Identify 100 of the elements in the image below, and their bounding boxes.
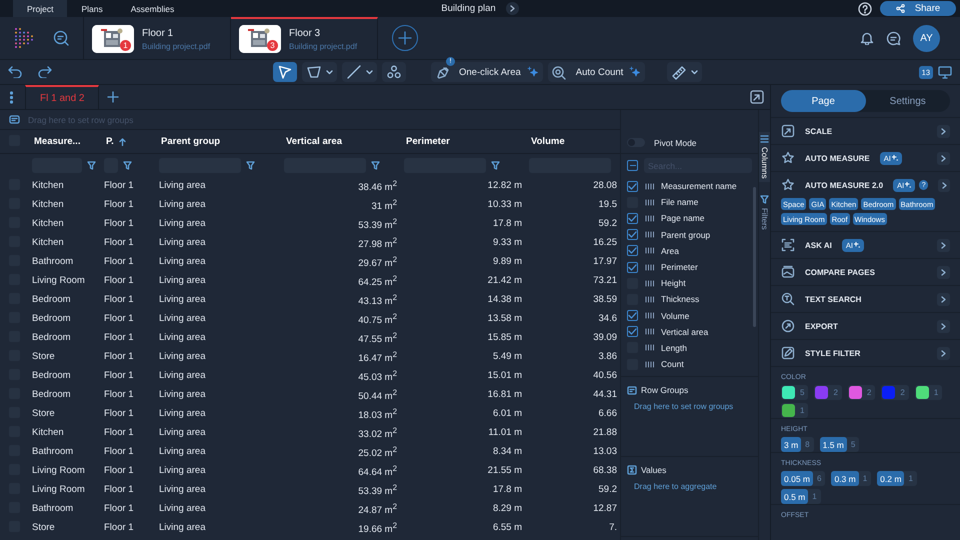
- drag-handle-icon[interactable]: [645, 312, 654, 320]
- plus-icon: [398, 31, 412, 45]
- color-filter[interactable]: 5: [781, 385, 808, 400]
- checkbox[interactable]: [627, 229, 638, 240]
- sheet-tab[interactable]: Fl 1 and 2: [25, 85, 100, 109]
- column-header[interactable]: Measure...: [28, 136, 100, 147]
- search-chat-icon[interactable]: [53, 30, 69, 46]
- filter-chip[interactable]: 1.5 m 5: [820, 437, 860, 452]
- expand-button[interactable]: [937, 266, 950, 278]
- more-vertical-icon[interactable]: [10, 90, 13, 104]
- filter-chip[interactable]: 0.3 m 1: [831, 471, 872, 486]
- export-icon[interactable]: [750, 90, 764, 104]
- checkbox[interactable]: [627, 245, 638, 256]
- top-tab[interactable]: Assemblies: [116, 0, 188, 17]
- checkbox[interactable]: [627, 212, 638, 224]
- undo-icon[interactable]: [8, 66, 22, 78]
- bell-icon[interactable]: [860, 31, 874, 45]
- add-document-button[interactable]: [392, 25, 418, 51]
- line-icon: [346, 64, 362, 80]
- filter-icon[interactable]: [371, 160, 380, 170]
- expand-button[interactable]: [937, 292, 950, 306]
- drag-handle-icon[interactable]: [645, 264, 654, 271]
- top-tab[interactable]: Project: [13, 0, 68, 17]
- scrollbar[interactable]: [753, 187, 756, 327]
- filter-icon[interactable]: [246, 160, 255, 170]
- column-name: File name: [661, 197, 698, 208]
- expand-button[interactable]: [937, 152, 950, 164]
- top-tab[interactable]: Plans: [67, 0, 117, 17]
- document-tab[interactable]: 3 Floor 3 Building project.pdf: [231, 17, 378, 59]
- chevron-right-icon: [942, 182, 947, 188]
- color-filter[interactable]: 1: [781, 403, 808, 418]
- share-button[interactable]: Share: [880, 1, 956, 16]
- table-cell: 6.55 m: [492, 522, 522, 533]
- side-tab[interactable]: Filters: [759, 192, 770, 232]
- column-header[interactable]: P.: [100, 136, 155, 147]
- filter-chip[interactable]: 0.5 m 1: [781, 489, 821, 504]
- table-cell: 29.67 m$^{2}$: [358, 258, 397, 269]
- table-cell: 64.64 m$^{2}$: [358, 466, 397, 478]
- drag-handle-icon[interactable]: [645, 198, 654, 206]
- user-avatar[interactable]: AY: [913, 24, 940, 52]
- table-cell: Kitchen: [32, 427, 64, 438]
- checkbox[interactable]: [627, 326, 638, 338]
- tool-button[interactable]: [273, 62, 297, 82]
- expand-button[interactable]: [937, 124, 950, 138]
- select-all-checkbox[interactable]: [627, 160, 638, 171]
- plus-icon[interactable]: [107, 91, 120, 103]
- tool-button[interactable]: [382, 62, 406, 82]
- drag-handle-icon[interactable]: [645, 360, 654, 368]
- panel-tab[interactable]: Settings: [866, 90, 950, 112]
- table-cell: 33.02 m$^{2}$: [358, 428, 397, 440]
- column-header[interactable]: Perimeter: [400, 136, 525, 147]
- table-cell: Floor 1: [104, 446, 134, 457]
- filter-chip[interactable]: 0.2 m 1: [877, 471, 917, 486]
- section-title: Row Groups: [641, 385, 688, 395]
- drag-handle-icon[interactable]: [645, 328, 654, 336]
- drag-handle-icon[interactable]: [645, 247, 654, 254]
- eye-search-icon[interactable]: [551, 64, 566, 80]
- color-filter[interactable]: 2: [881, 385, 909, 400]
- checkbox[interactable]: [627, 180, 638, 192]
- table-cell: 8.29 m: [492, 503, 522, 514]
- tool-button[interactable]: [342, 62, 377, 82]
- drag-handle-icon[interactable]: [645, 344, 654, 352]
- breadcrumb-button[interactable]: [506, 2, 519, 15]
- section-title: Values: [641, 465, 666, 475]
- checkbox[interactable]: [627, 262, 638, 273]
- column-header[interactable]: Vertical area: [280, 136, 400, 147]
- table-cell: Floor 1: [104, 237, 134, 248]
- help-icon[interactable]: [858, 2, 872, 16]
- redo-icon[interactable]: [38, 66, 52, 78]
- expand-button[interactable]: [937, 238, 950, 252]
- monitor-icon[interactable]: [938, 66, 952, 78]
- measure-tool-button[interactable]: [667, 62, 702, 82]
- column-header[interactable]: Volume: [525, 136, 620, 147]
- expand-button[interactable]: [937, 346, 950, 360]
- filter-icon[interactable]: [123, 160, 132, 170]
- chat-icon[interactable]: [886, 30, 901, 46]
- option-count: 1: [799, 406, 806, 415]
- color-filter[interactable]: 2: [814, 385, 842, 400]
- document-tab[interactable]: 1 Floor 1 Building project.pdf: [84, 17, 231, 59]
- drag-handle-icon[interactable]: [645, 182, 654, 190]
- color-filter[interactable]: 2: [848, 385, 876, 400]
- filter-icon[interactable]: [491, 160, 500, 170]
- filter-chip[interactable]: 0.05 m 6: [781, 471, 826, 486]
- filter-icon[interactable]: [87, 160, 96, 170]
- filter-chip[interactable]: 3 m 8: [781, 437, 814, 452]
- color-filter[interactable]: 1: [914, 385, 942, 400]
- drag-handle-icon[interactable]: [645, 231, 654, 238]
- drag-handle-icon[interactable]: [645, 214, 654, 222]
- panel-tab[interactable]: Page: [781, 90, 866, 112]
- tool-button[interactable]: [302, 62, 337, 82]
- column-header[interactable]: Parent group: [155, 136, 280, 147]
- drag-handle-icon[interactable]: [645, 296, 654, 303]
- side-tab[interactable]: Columns: [759, 132, 770, 182]
- table-cell: 17.8 m: [492, 218, 522, 229]
- table-cell: Living area: [159, 446, 206, 457]
- table-cell: Bedroom: [32, 332, 71, 343]
- checkbox[interactable]: [627, 310, 638, 322]
- expand-button[interactable]: [938, 178, 950, 192]
- expand-button[interactable]: [937, 320, 950, 332]
- drag-handle-icon[interactable]: [645, 280, 654, 287]
